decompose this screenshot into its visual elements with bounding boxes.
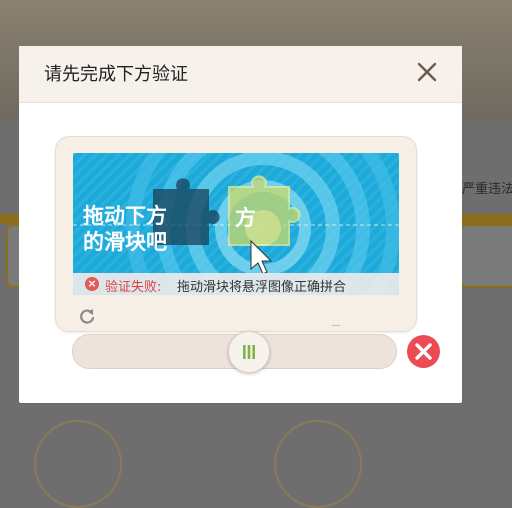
hint-line-1: 拖动下方 xyxy=(83,204,167,228)
divider xyxy=(332,325,340,326)
status-message: 拖动滑块将悬浮图像正确拼合 xyxy=(177,280,347,295)
verification-dialog: 请先完成下方验证 拖动下方 的滑块吧 方 × 验证失败: 拖动滑块将悬浮图像正确… xyxy=(19,46,462,403)
error-icon: × xyxy=(85,277,99,291)
status-label: 验证失败: xyxy=(105,280,162,295)
refresh-button[interactable] xyxy=(78,307,96,325)
hint-line-2: 的滑块吧 xyxy=(83,230,167,254)
dialog-header: 请先完成下方验证 xyxy=(19,46,462,103)
captcha-card: 拖动下方 的滑块吧 方 × 验证失败: 拖动滑块将悬浮图像正确拼合 xyxy=(55,136,417,332)
failure-indicator[interactable] xyxy=(407,335,440,368)
close-icon xyxy=(417,62,437,82)
status-bar: × 验证失败: 拖动滑块将悬浮图像正确拼合 xyxy=(73,273,399,295)
background-field-right xyxy=(460,224,512,288)
dialog-title: 请先完成下方验证 xyxy=(44,64,188,85)
background-circle xyxy=(274,420,362,508)
puzzle-piece-char: 方 xyxy=(235,206,256,230)
puzzle-image: 拖动下方 的滑块吧 方 × 验证失败: 拖动滑块将悬浮图像正确拼合 xyxy=(73,153,399,295)
background-text: 严重违法 xyxy=(462,182,512,197)
slider-handle[interactable] xyxy=(228,331,270,373)
error-icon xyxy=(415,343,432,360)
background-circle xyxy=(34,420,122,508)
refresh-icon xyxy=(80,309,95,324)
grip-icon xyxy=(243,345,255,359)
close-button[interactable] xyxy=(415,60,439,84)
